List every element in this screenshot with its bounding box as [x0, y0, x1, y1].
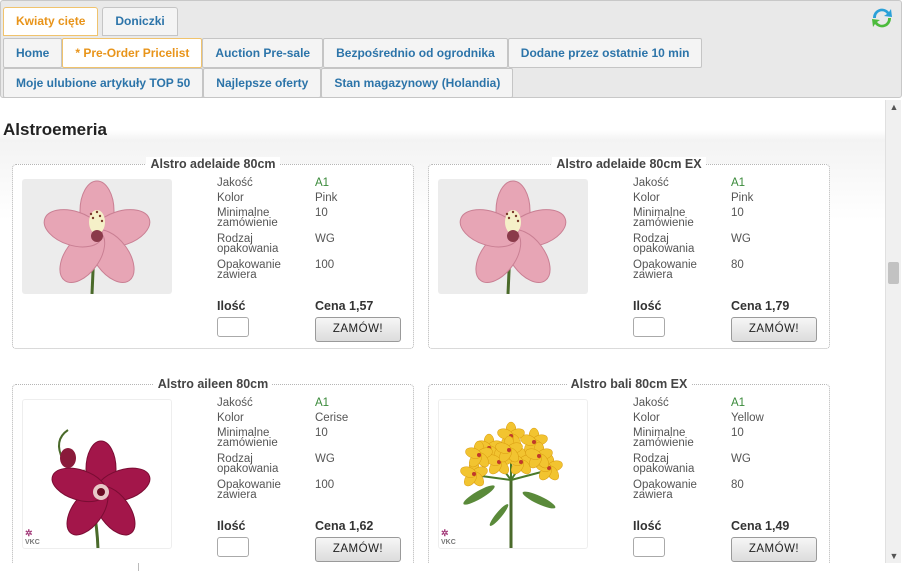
nav-auction-pre-sale[interactable]: Auction Pre-sale	[202, 38, 324, 68]
color-value: Yellow	[731, 412, 764, 424]
scroll-down-arrow-icon[interactable]: ▼	[886, 549, 902, 563]
min-order-label: Minimalne zamówienie	[633, 427, 694, 449]
quantity-label: Ilość	[217, 519, 246, 533]
price: Cena 1,49	[731, 519, 790, 533]
order-button[interactable]: ZAMÓW!	[731, 317, 817, 342]
quantity-label: Ilość	[217, 299, 246, 313]
color-value: Cerise	[315, 412, 349, 424]
pack-contains-label: Opakowanie zawiera	[217, 259, 281, 281]
color-value: Pink	[315, 192, 338, 204]
pack-contains-label: Opakowanie zawiera	[633, 479, 697, 501]
color-label: Kolor	[633, 192, 660, 204]
nav-row-1: Home * Pre-Order Pricelist Auction Pre-s…	[3, 38, 703, 68]
nav-row-2: Moje ulubione artykuły TOP 50 Najlepsze …	[3, 68, 514, 98]
tab-kwiaty-ciete[interactable]: Kwiaty cięte	[3, 7, 99, 36]
pack-type-label: Rodzaj opakowania	[217, 453, 279, 475]
pack-type-label: Rodzaj opakowania	[633, 453, 695, 475]
order-button[interactable]: ZAMÓW!	[315, 537, 401, 562]
min-order-label: Minimalne zamówienie	[217, 207, 278, 229]
order-button[interactable]: ZAMÓW!	[731, 537, 817, 562]
scroll-up-arrow-icon[interactable]: ▲	[886, 100, 902, 114]
color-value: Pink	[731, 192, 754, 204]
quality-label: Jakość	[633, 177, 669, 189]
scrollbar-thumb[interactable]	[888, 262, 899, 284]
quantity-input[interactable]	[633, 317, 665, 337]
min-order-value: 10	[315, 207, 328, 219]
min-order-value: 10	[731, 427, 744, 439]
quantity-input[interactable]	[633, 537, 665, 557]
nav-pre-order-pricelist[interactable]: * Pre-Order Pricelist	[62, 38, 203, 68]
vkc-logo: ✲ VKC	[25, 528, 40, 546]
nav-favorites-top50[interactable]: Moje ulubione artykuły TOP 50	[3, 68, 204, 98]
color-label: Kolor	[633, 412, 660, 424]
product-card: Alstro bali 80cm EX ✲ VKC Jakość A1 Kolor Yell…	[428, 377, 830, 563]
pack-type-value: WG	[315, 233, 335, 245]
pack-type-label: Rodzaj opakowania	[633, 233, 695, 255]
pack-contains-label: Opakowanie zawiera	[633, 259, 697, 281]
product-card: Alstro adelaide 80cm Jakość A1 Kolor Pink Min…	[12, 157, 414, 349]
pack-type-value: WG	[731, 233, 751, 245]
quantity-input[interactable]	[217, 317, 249, 337]
vkc-logo: ✲ VKC	[441, 528, 456, 546]
quality-label: Jakość	[633, 397, 669, 409]
quantity-input[interactable]	[217, 537, 249, 557]
product-properties: Jakość A1 Kolor Pink Minimalne zamówienie 10 R…	[633, 177, 823, 285]
min-order-value: 10	[731, 207, 744, 219]
quality-label: Jakość	[217, 397, 253, 409]
product-properties: Jakość A1 Kolor Pink Minimalne zamówienie 10 R…	[217, 177, 407, 285]
product-photo[interactable]	[22, 179, 172, 294]
scrollbar[interactable]: ▲ ▼	[885, 100, 901, 563]
pack-contains-value: 80	[731, 259, 744, 271]
product-title: Alstro adelaide 80cm	[13, 157, 413, 171]
product-photo[interactable]	[438, 179, 588, 294]
quality-value: A1	[731, 397, 746, 409]
pack-contains-label: Opakowanie zawiera	[217, 479, 281, 501]
nav-direct-from-grower[interactable]: Bezpośrednio od ogrodnika	[323, 38, 508, 68]
product-title: Alstro aileen 80cm	[13, 377, 413, 391]
pack-contains-value: 100	[315, 259, 335, 271]
quality-value: A1	[315, 397, 330, 409]
nav-added-last-10-min[interactable]: Dodane przez ostatnie 10 min	[507, 38, 703, 68]
product-title: Alstro adelaide 80cm EX	[429, 157, 829, 171]
nav-stock-holland[interactable]: Stan magazynowy (Holandia)	[321, 68, 514, 98]
pack-type-label: Rodzaj opakowania	[217, 233, 279, 255]
quality-label: Jakość	[217, 177, 253, 189]
quality-value: A1	[315, 177, 330, 189]
pack-contains-value: 100	[315, 479, 335, 491]
min-order-label: Minimalne zamówienie	[633, 207, 694, 229]
divider	[138, 563, 139, 571]
quality-value: A1	[731, 177, 746, 189]
product-photo[interactable]: ✲ VKC	[22, 399, 172, 549]
category-tabs: Kwiaty cięte Doniczki	[3, 7, 182, 36]
min-order-label: Minimalne zamówienie	[217, 427, 278, 449]
pack-type-value: WG	[315, 453, 335, 465]
nav-best-offers[interactable]: Najlepsze oferty	[203, 68, 322, 98]
section-title: Alstroemeria	[3, 120, 107, 139]
refresh-icon[interactable]	[868, 5, 896, 31]
pack-type-value: WG	[731, 453, 751, 465]
nav-home[interactable]: Home	[3, 38, 63, 68]
product-properties: Jakość A1 Kolor Cerise Minimalne zamówienie 1…	[217, 397, 407, 505]
product-properties: Jakość A1 Kolor Yellow Minimalne zamówienie 1…	[633, 397, 823, 505]
product-list: Alstroemeria Alstro adelaide 80cm Jakość A…	[0, 100, 885, 563]
product-title: Alstro bali 80cm EX	[429, 377, 829, 391]
tab-doniczki[interactable]: Doniczki	[102, 7, 178, 36]
order-button[interactable]: ZAMÓW!	[315, 317, 401, 342]
pack-contains-value: 80	[731, 479, 744, 491]
color-label: Kolor	[217, 192, 244, 204]
product-card: Alstro aileen 80cm ✲ VKC Jakość A1 Kolor Ceris…	[12, 377, 414, 563]
top-navigation: Kwiaty cięte Doniczki Home * Pre-Order P…	[0, 0, 902, 98]
product-card: Alstro adelaide 80cm EX Jakość A1 Kolor Pink…	[428, 157, 830, 349]
price: Cena 1,79	[731, 299, 790, 313]
quantity-label: Ilość	[633, 519, 662, 533]
color-label: Kolor	[217, 412, 244, 424]
min-order-value: 10	[315, 427, 328, 439]
product-photo[interactable]: ✲ VKC	[438, 399, 588, 549]
price: Cena 1,62	[315, 519, 374, 533]
quantity-label: Ilość	[633, 299, 662, 313]
price: Cena 1,57	[315, 299, 374, 313]
